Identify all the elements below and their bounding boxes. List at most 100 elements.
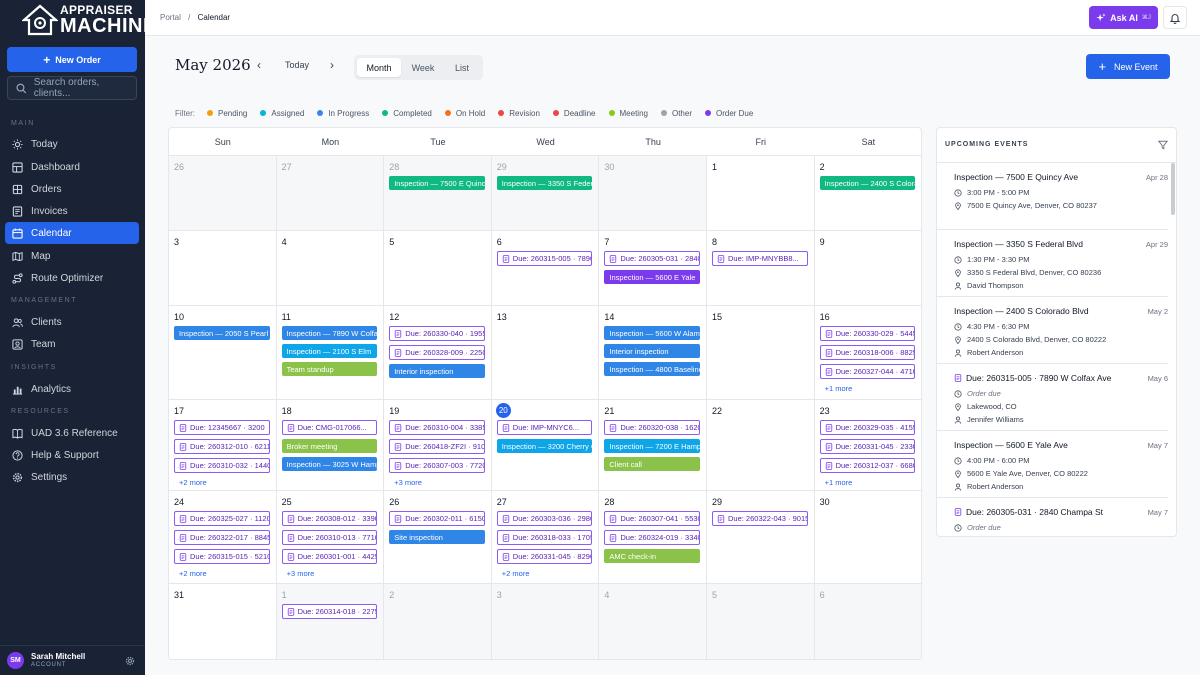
order-due-event[interactable]: Due: 260310-032 · 1440 <box>174 458 270 473</box>
sidebar-item-help[interactable]: Help & Support <box>5 444 139 466</box>
calendar-event[interactable]: Inspection — 5600 W Alameda <box>604 326 700 340</box>
sidebar-item-invoices[interactable]: Invoices <box>5 200 139 222</box>
day-cell[interactable]: 1 Due: 260314-018 · 2275 <box>276 584 385 659</box>
scrollbar-thumb[interactable] <box>1171 163 1175 215</box>
upcoming-event-item[interactable]: Due: 260315-005 · 7890 W Colfax Ave May 6… <box>937 364 1168 431</box>
day-cell[interactable]: 31 <box>169 584 277 659</box>
view-month-tab[interactable]: Month <box>357 58 401 77</box>
order-due-event[interactable]: Due: 260418-ZF2I · 9100 <box>389 439 485 454</box>
next-month-chevron-right-icon[interactable]: › <box>330 58 334 72</box>
order-due-event[interactable]: Due: 260312-037 · 6680 <box>819 458 916 473</box>
search-input[interactable]: Search orders, clients... <box>7 76 137 100</box>
day-cell[interactable]: 2 Inspection — 2400 S Colorado <box>814 156 921 231</box>
upcoming-event-item[interactable]: Inspection — 5600 E Yale Ave May 7 4:00 PM… <box>937 431 1168 498</box>
day-cell[interactable]: 29 Due: 260322-043 · 9015 <box>707 491 815 584</box>
day-cell[interactable]: 1 <box>707 156 815 231</box>
order-due-event[interactable]: Due: 260330-029 · 5445 <box>819 326 916 341</box>
ask-ai-button[interactable]: Ask AI ⌘J <box>1089 6 1158 29</box>
order-due-event[interactable]: Due: 260312-010 · 6211 <box>174 439 270 454</box>
more-events-link[interactable]: +1 more <box>825 478 853 487</box>
day-cell[interactable]: 22 <box>707 400 815 491</box>
view-week-tab[interactable]: Week <box>402 58 444 77</box>
order-due-event[interactable]: Due: 260303-036 · 2980 <box>496 511 593 526</box>
order-due-event[interactable]: Due: 260327-044 · 4710 <box>819 364 916 379</box>
order-due-event[interactable]: Due: 260322-043 · 9015 <box>712 511 808 526</box>
more-events-link[interactable]: +3 more <box>394 478 422 487</box>
order-due-event[interactable]: Due: 260315-015 · 5210 <box>174 549 270 564</box>
filter-item[interactable]: Revision <box>498 109 540 118</box>
sidebar-item-route-optimizer[interactable]: Route Optimizer <box>5 267 139 289</box>
calendar-event[interactable]: Inspection — 3200 Cherry Creek <box>496 439 593 453</box>
order-due-event[interactable]: Due: 260324-019 · 3340 <box>604 530 700 545</box>
order-due-event[interactable]: Due: 260329-035 · 4155 <box>819 420 916 435</box>
day-cell[interactable]: 7 Due: 260305-031 · 2840 Inspection — 5600… <box>599 231 707 306</box>
prev-month-chevron-left-icon[interactable]: ‹ <box>257 58 261 72</box>
day-cell[interactable]: 9 <box>814 231 921 306</box>
sidebar-item-today[interactable]: Today <box>5 133 139 155</box>
day-cell[interactable]: 25 Due: 260308-012 · 3390 Due: 260310-013 … <box>276 491 385 584</box>
filter-item[interactable]: Pending <box>207 109 247 118</box>
day-cell[interactable]: 6 Due: 260315-005 · 7890 <box>491 231 600 306</box>
calendar-event[interactable]: Inspection — 2050 S Pearl <box>174 326 270 340</box>
notifications-button[interactable] <box>1163 6 1187 29</box>
calendar-event[interactable]: Inspection — 7200 E Hampden <box>604 439 700 453</box>
calendar-event[interactable]: Inspection — 7890 W Colfax <box>281 326 378 340</box>
sidebar-item-uad-reference[interactable]: UAD 3.6 Reference <box>5 422 139 444</box>
day-cell[interactable]: 26 Due: 260302-011 · 6150 Site inspection <box>384 491 492 584</box>
more-events-link[interactable]: +2 more <box>502 569 530 578</box>
day-cell[interactable]: 6 <box>814 584 921 659</box>
calendar-event[interactable]: Site inspection <box>389 530 485 544</box>
day-cell[interactable]: 5 <box>384 231 492 306</box>
calendar-event[interactable]: Inspection — 2100 S Elm <box>281 344 378 358</box>
order-due-event[interactable]: Due: 260318-006 · 8825 <box>819 345 916 360</box>
more-events-link[interactable]: +1 more <box>825 384 853 393</box>
day-cell[interactable]: 10 Inspection — 2050 S Pearl <box>169 306 277 400</box>
order-due-event[interactable]: Due: IMP-MNYBB8... <box>712 251 808 266</box>
order-due-event[interactable]: Due: 260301-001 · 4425 <box>281 549 378 564</box>
order-due-event[interactable]: Due: 260331-045 · 8290 <box>496 549 593 564</box>
day-cell[interactable]: 2 <box>384 584 492 659</box>
order-due-event[interactable]: Due: 260307-041 · 5530 <box>604 511 700 526</box>
filter-item[interactable]: Order Due <box>704 109 753 118</box>
order-due-event[interactable]: Due: 260314-018 · 2275 <box>281 604 378 619</box>
day-cell[interactable]: 15 <box>707 306 815 400</box>
upcoming-event-item[interactable]: Inspection — 2400 S Colorado Blvd May 2 4:… <box>937 297 1168 364</box>
today-button[interactable]: Today <box>285 60 309 70</box>
day-cell[interactable]: 28 Inspection — 7500 E Quincy <box>384 156 492 231</box>
day-cell[interactable]: 30 <box>599 156 707 231</box>
sidebar-item-dashboard[interactable]: Dashboard <box>5 156 139 178</box>
order-due-event[interactable]: Due: 260302-011 · 6150 <box>389 511 485 526</box>
more-events-link[interactable]: +2 more <box>179 478 207 487</box>
order-due-event[interactable]: Due: 260330-040 · 1955 <box>389 326 485 341</box>
order-due-event[interactable]: Due: IMP-MNYC6... <box>496 420 593 435</box>
sidebar-item-map[interactable]: Map <box>5 245 139 267</box>
day-cell[interactable]: 26 <box>169 156 277 231</box>
day-cell[interactable]: 27 <box>276 156 385 231</box>
day-cell[interactable]: 18 Due: CMG-017066... Broker meeting Inspec… <box>276 400 385 491</box>
calendar-event[interactable]: Inspection — 7500 E Quincy <box>389 176 485 190</box>
order-due-event[interactable]: Due: 260310-013 · 7710 <box>281 530 378 545</box>
day-cell[interactable]: 11 Inspection — 7890 W Colfax Inspection —… <box>276 306 385 400</box>
app-logo[interactable]: APPRAISER MACHINE <box>0 0 156 40</box>
calendar-event[interactable]: Inspection — 4800 Baseline <box>604 362 700 376</box>
order-due-event[interactable]: Due: CMG-017066... <box>281 420 378 435</box>
sidebar-item-orders[interactable]: Orders <box>5 178 139 200</box>
day-cell[interactable]: 3 <box>491 584 600 659</box>
day-cell[interactable]: 30 <box>814 491 921 584</box>
calendar-event[interactable]: Client call <box>604 457 700 471</box>
day-cell[interactable]: 24 Due: 260325-027 · 1120 Due: 260322-017 … <box>169 491 277 584</box>
sidebar-item-team[interactable]: Team <box>5 333 139 355</box>
filter-item[interactable]: Assigned <box>260 109 304 118</box>
filter-item[interactable]: Meeting <box>608 109 648 118</box>
order-due-event[interactable]: Due: 260325-027 · 1120 <box>174 511 270 526</box>
user-settings-gear-icon[interactable] <box>125 656 135 666</box>
sidebar-item-settings[interactable]: Settings <box>5 466 139 488</box>
sidebar-item-clients[interactable]: Clients <box>5 311 139 333</box>
day-cell[interactable]: 19 Due: 260310-004 · 3385 Due: 260418-ZF2I… <box>384 400 492 491</box>
order-due-event[interactable]: Due: 260320-038 · 1620 <box>604 420 700 435</box>
calendar-event[interactable]: Inspection — 3025 W Hampden <box>281 457 378 471</box>
order-due-event[interactable]: Due: 260318-033 · 1705 <box>496 530 593 545</box>
calendar-event[interactable]: Broker meeting <box>281 439 378 453</box>
new-event-button[interactable]: + New Event <box>1086 54 1170 79</box>
more-events-link[interactable]: +3 more <box>287 569 315 578</box>
